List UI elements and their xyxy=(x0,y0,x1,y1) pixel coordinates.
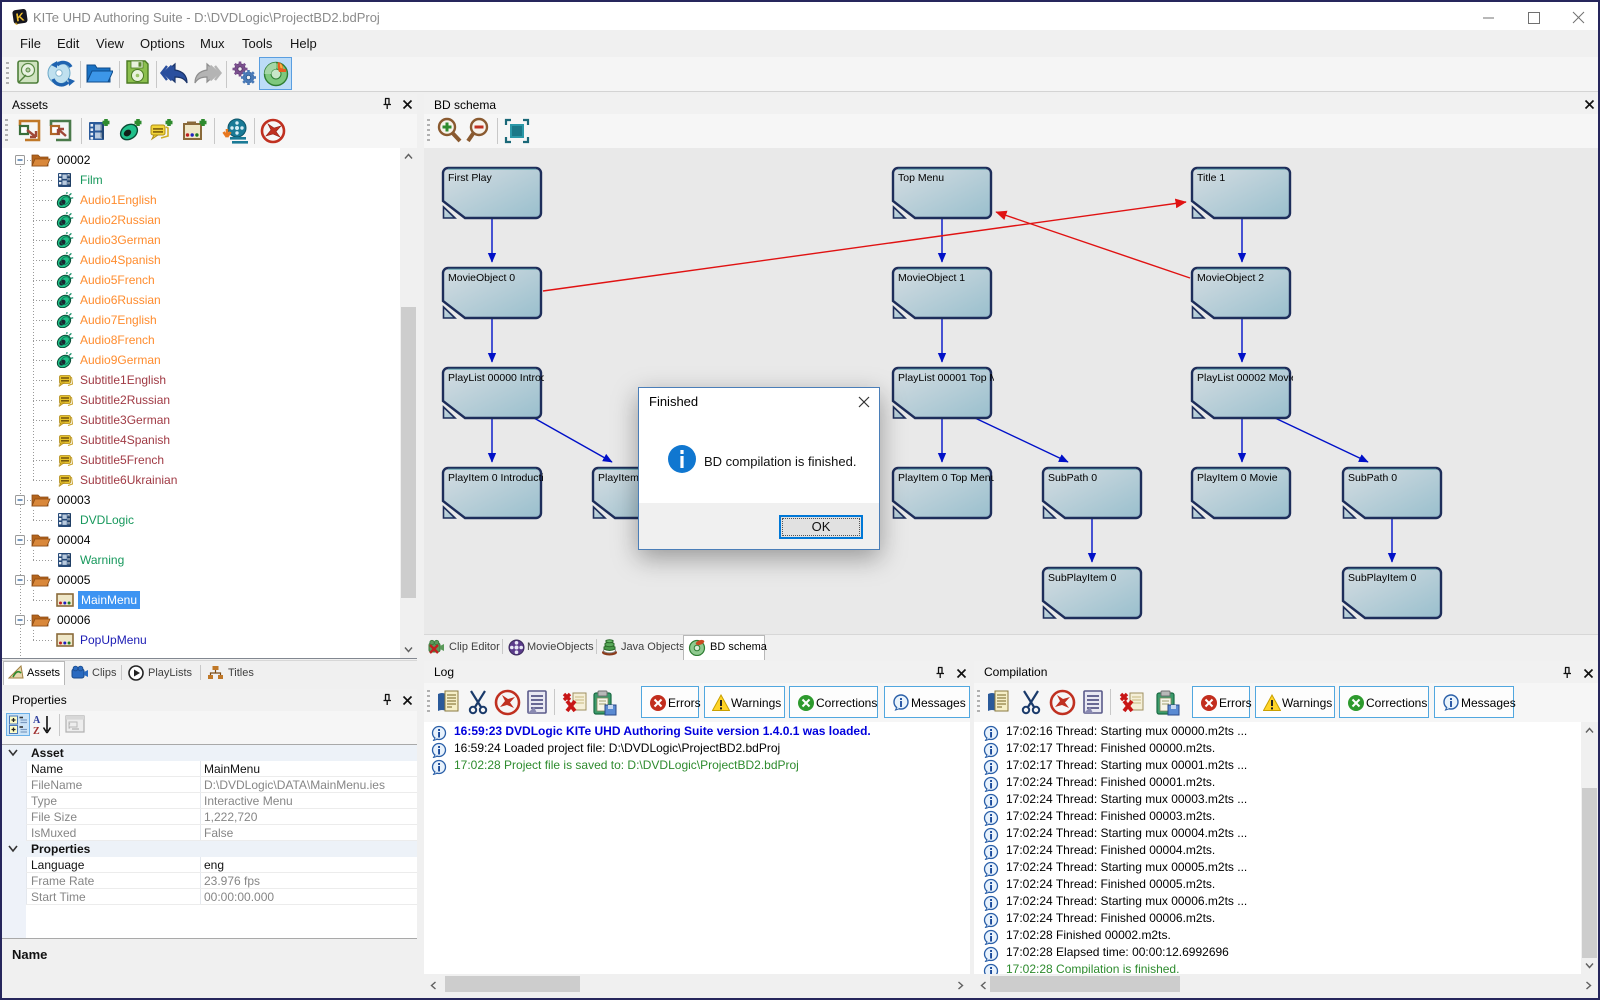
svg-text:MovieObject 0: MovieObject 0 xyxy=(448,272,515,284)
svg-text:Z: Z xyxy=(33,726,40,736)
svg-text:PlayItem 0 Top Menu: PlayItem 0 Top Menu xyxy=(898,472,997,484)
svg-text:Title 1: Title 1 xyxy=(1197,172,1225,184)
svg-text:SubPlayItem 0: SubPlayItem 0 xyxy=(1048,572,1116,584)
svg-text:PlayList 00001 Top Me: PlayList 00001 Top Me xyxy=(898,372,1004,384)
svg-text:PlayList 00000 Introduc: PlayList 00000 Introduc xyxy=(448,372,558,384)
svg-text:First Play: First Play xyxy=(448,172,493,184)
svg-text:Top Menu: Top Menu xyxy=(898,172,944,184)
svg-text:SubPath 0: SubPath 0 xyxy=(1048,472,1097,484)
svg-text:SubPlayItem 0: SubPlayItem 0 xyxy=(1348,572,1416,584)
svg-text:PlayItem 0 Movie: PlayItem 0 Movie xyxy=(1197,472,1278,484)
svg-text:A: A xyxy=(33,715,41,726)
svg-text:PlayItem 0 Introduction: PlayItem 0 Introduction xyxy=(448,472,556,484)
svg-text:MovieObject 2: MovieObject 2 xyxy=(1197,272,1264,284)
svg-text:PlayList 00002 Movie: PlayList 00002 Movie xyxy=(1197,372,1297,384)
svg-text:SubPath 0: SubPath 0 xyxy=(1348,472,1397,484)
svg-text:MovieObject 1: MovieObject 1 xyxy=(898,272,965,284)
